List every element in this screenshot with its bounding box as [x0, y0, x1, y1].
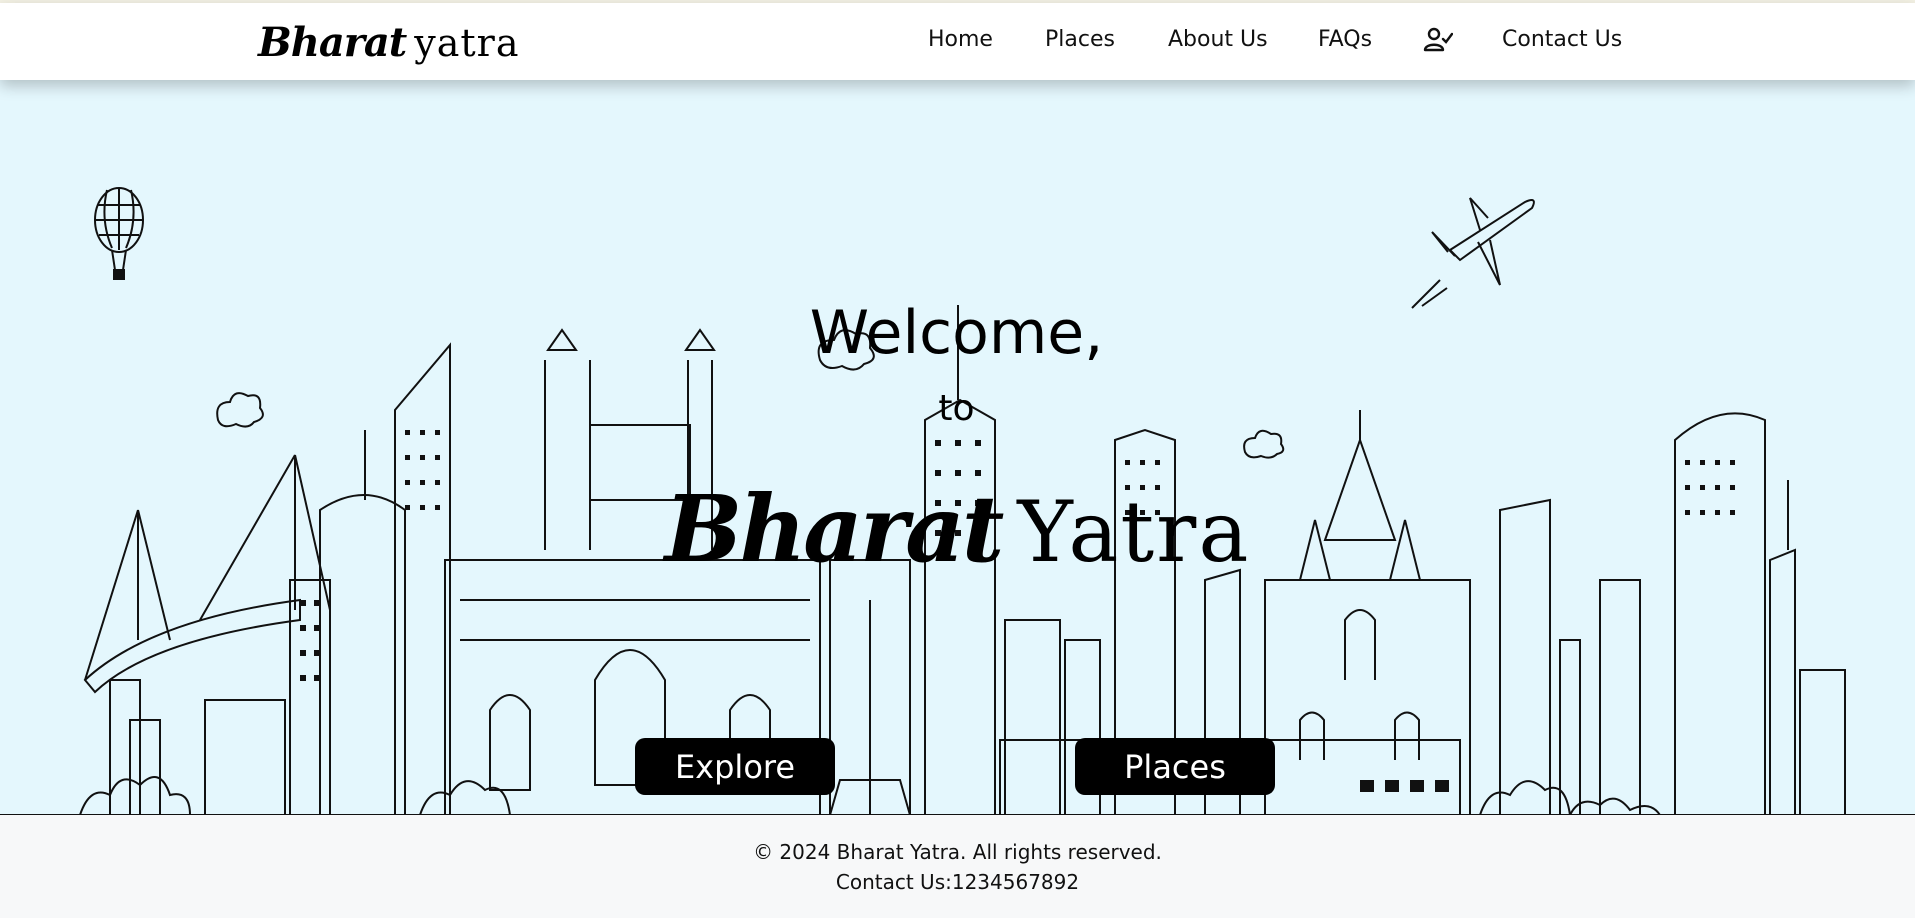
footer: © 2024 Bharat Yatra. All rights reserved…: [0, 815, 1915, 918]
hero-brand-script: Yatra: [1017, 483, 1251, 581]
nav-faqs-link[interactable]: FAQs: [1318, 27, 1372, 52]
user-check-icon[interactable]: [1423, 26, 1454, 54]
footer-copyright: © 2024 Bharat Yatra. All rights reserved…: [753, 840, 1162, 864]
nav-contact-link[interactable]: Contact Us: [1502, 27, 1622, 52]
logo-bold-text: Bharat: [258, 19, 407, 66]
welcome-heading: Welcome,: [809, 298, 1104, 368]
navbar: Bharat yatra Home Places About Us FAQs Co…: [0, 3, 1915, 80]
hero-brand-title: Bharat Yatra: [0, 475, 1915, 583]
footer-contact: Contact Us:1234567892: [835, 870, 1080, 894]
welcome-to-text: to: [938, 388, 975, 429]
hero-section: [0, 80, 1915, 815]
airplane-icon: [1411, 197, 1535, 309]
logo-script-text: yatra: [414, 21, 520, 65]
balloon-icon: [94, 187, 144, 280]
skyline-illustration: [0, 187, 1915, 815]
hero-brand-bold: Bharat: [664, 475, 1005, 583]
nav-places-link[interactable]: Places: [1045, 27, 1115, 52]
explore-button[interactable]: Explore: [635, 738, 835, 795]
logo[interactable]: Bharat yatra: [258, 19, 520, 69]
nav-home-link[interactable]: Home: [928, 27, 993, 52]
places-button[interactable]: Places: [1075, 738, 1275, 795]
nav-about-link[interactable]: About Us: [1168, 27, 1268, 52]
